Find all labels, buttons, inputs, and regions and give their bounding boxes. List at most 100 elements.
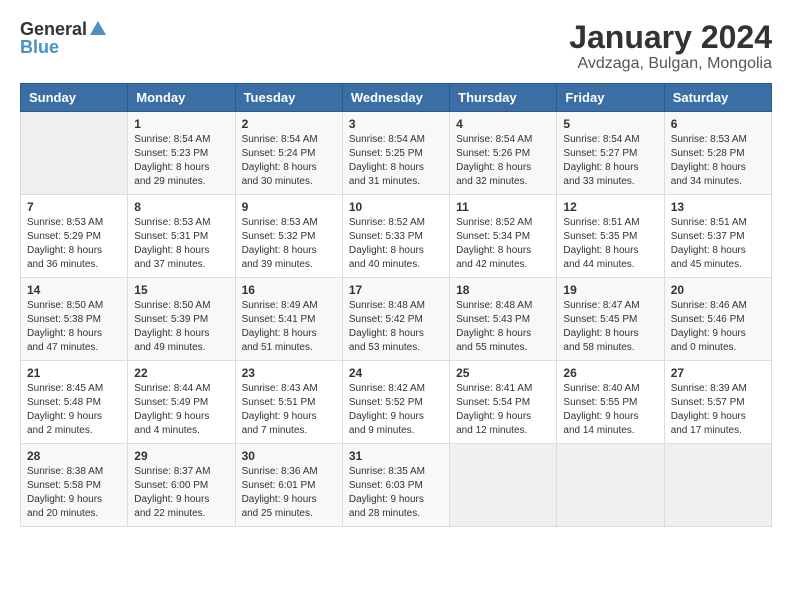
calendar-cell: 24Sunrise: 8:42 AMSunset: 5:52 PMDayligh… bbox=[342, 361, 449, 444]
day-number: 9 bbox=[242, 200, 336, 214]
calendar-cell: 13 Sunrise: 8:51 AMSunset: 5:37 PMDayligh… bbox=[664, 195, 771, 278]
day-number: 19 bbox=[563, 283, 657, 297]
day-number: 7 bbox=[27, 200, 121, 214]
day-number: 8 bbox=[134, 200, 228, 214]
calendar-cell: 21 Sunrise: 8:45 AMSunset: 5:48 PMDayligh… bbox=[21, 361, 128, 444]
calendar-cell: 17Sunrise: 8:48 AMSunset: 5:42 PMDayligh… bbox=[342, 278, 449, 361]
day-info: Sunrise: 8:52 AMSunset: 5:33 PMDaylight:… bbox=[349, 216, 443, 272]
calendar-cell: 7 Sunrise: 8:53 AMSunset: 5:29 PMDaylight… bbox=[21, 195, 128, 278]
logo-icon bbox=[90, 21, 106, 35]
day-info: Sunrise: 8:35 AMSunset: 6:03 PMDaylight:… bbox=[349, 465, 443, 521]
page-title: January 2024 bbox=[569, 20, 772, 55]
calendar-cell: 8 Sunrise: 8:53 AMSunset: 5:31 PMDaylight… bbox=[128, 195, 235, 278]
calendar-week-2: 7 Sunrise: 8:53 AMSunset: 5:29 PMDaylight… bbox=[21, 195, 772, 278]
calendar-cell: 1 Sunrise: 8:54 AMSunset: 5:23 PMDaylight… bbox=[128, 112, 235, 195]
calendar-cell: 20 Sunrise: 8:46 AMSunset: 5:46 PMDayligh… bbox=[664, 278, 771, 361]
day-info: Sunrise: 8:38 AMSunset: 5:58 PMDaylight:… bbox=[27, 465, 121, 521]
calendar-cell: 28Sunrise: 8:38 AMSunset: 5:58 PMDayligh… bbox=[21, 444, 128, 527]
day-number: 20 bbox=[671, 283, 765, 297]
calendar-cell: 26Sunrise: 8:40 AMSunset: 5:55 PMDayligh… bbox=[557, 361, 664, 444]
day-number: 1 bbox=[134, 117, 228, 131]
day-number: 14 bbox=[27, 283, 121, 297]
day-number: 27 bbox=[671, 366, 765, 380]
calendar-cell: 4 Sunrise: 8:54 AMSunset: 5:26 PMDaylight… bbox=[450, 112, 557, 195]
day-info: Sunrise: 8:43 AMSunset: 5:51 PMDaylight:… bbox=[242, 382, 336, 438]
day-number: 11 bbox=[456, 200, 550, 214]
calendar-cell bbox=[664, 444, 771, 527]
day-number: 23 bbox=[242, 366, 336, 380]
day-number: 21 bbox=[27, 366, 121, 380]
day-number: 15 bbox=[134, 283, 228, 297]
calendar-cell: 16Sunrise: 8:49 AMSunset: 5:41 PMDayligh… bbox=[235, 278, 342, 361]
day-number: 25 bbox=[456, 366, 550, 380]
calendar-cell: 31 Sunrise: 8:35 AMSunset: 6:03 PMDayligh… bbox=[342, 444, 449, 527]
calendar-header-row: Sunday Monday Tuesday Wednesday Thursday… bbox=[21, 84, 772, 112]
day-info: Sunrise: 8:48 AMSunset: 5:43 PMDaylight:… bbox=[456, 299, 550, 355]
calendar-cell: 27 Sunrise: 8:39 AMSunset: 5:57 PMDayligh… bbox=[664, 361, 771, 444]
day-info: Sunrise: 8:50 AMSunset: 5:38 PMDaylight:… bbox=[27, 299, 121, 355]
page-header: General Blue January 2024 Avdzaga, Bulga… bbox=[10, 10, 782, 78]
day-number: 12 bbox=[563, 200, 657, 214]
day-info: Sunrise: 8:54 AMSunset: 5:25 PMDaylight:… bbox=[349, 133, 443, 189]
day-number: 18 bbox=[456, 283, 550, 297]
logo: General Blue bbox=[20, 20, 106, 56]
day-number: 10 bbox=[349, 200, 443, 214]
calendar-cell: 2Sunrise: 8:54 AMSunset: 5:24 PMDaylight… bbox=[235, 112, 342, 195]
day-info: Sunrise: 8:53 AMSunset: 5:29 PMDaylight:… bbox=[27, 216, 121, 272]
col-monday: Monday bbox=[128, 84, 235, 112]
day-number: 13 bbox=[671, 200, 765, 214]
day-info: Sunrise: 8:36 AMSunset: 6:01 PMDaylight:… bbox=[242, 465, 336, 521]
calendar-cell: 11 Sunrise: 8:52 AMSunset: 5:34 PMDayligh… bbox=[450, 195, 557, 278]
day-info: Sunrise: 8:46 AMSunset: 5:46 PMDaylight:… bbox=[671, 299, 765, 355]
day-number: 31 bbox=[349, 449, 443, 463]
calendar-week-3: 14 Sunrise: 8:50 AMSunset: 5:38 PMDayligh… bbox=[21, 278, 772, 361]
day-info: Sunrise: 8:53 AMSunset: 5:28 PMDaylight:… bbox=[671, 133, 765, 189]
calendar-cell: 18 Sunrise: 8:48 AMSunset: 5:43 PMDayligh… bbox=[450, 278, 557, 361]
day-number: 5 bbox=[563, 117, 657, 131]
day-number: 3 bbox=[349, 117, 443, 131]
calendar-cell: 15 Sunrise: 8:50 AMSunset: 5:39 PMDayligh… bbox=[128, 278, 235, 361]
day-number: 4 bbox=[456, 117, 550, 131]
day-info: Sunrise: 8:41 AMSunset: 5:54 PMDaylight:… bbox=[456, 382, 550, 438]
day-info: Sunrise: 8:53 AMSunset: 5:31 PMDaylight:… bbox=[134, 216, 228, 272]
col-tuesday: Tuesday bbox=[235, 84, 342, 112]
day-info: Sunrise: 8:42 AMSunset: 5:52 PMDaylight:… bbox=[349, 382, 443, 438]
calendar-cell bbox=[557, 444, 664, 527]
day-info: Sunrise: 8:49 AMSunset: 5:41 PMDaylight:… bbox=[242, 299, 336, 355]
calendar-cell: 10 Sunrise: 8:52 AMSunset: 5:33 PMDayligh… bbox=[342, 195, 449, 278]
col-sunday: Sunday bbox=[21, 84, 128, 112]
calendar-cell: 12Sunrise: 8:51 AMSunset: 5:35 PMDayligh… bbox=[557, 195, 664, 278]
calendar-week-5: 28Sunrise: 8:38 AMSunset: 5:58 PMDayligh… bbox=[21, 444, 772, 527]
logo-general: General bbox=[20, 20, 87, 38]
calendar-cell bbox=[21, 112, 128, 195]
page-subtitle: Avdzaga, Bulgan, Mongolia bbox=[569, 55, 772, 73]
calendar-table: Sunday Monday Tuesday Wednesday Thursday… bbox=[20, 83, 772, 527]
day-info: Sunrise: 8:52 AMSunset: 5:34 PMDaylight:… bbox=[456, 216, 550, 272]
calendar-cell: 29 Sunrise: 8:37 AMSunset: 6:00 PMDayligh… bbox=[128, 444, 235, 527]
day-info: Sunrise: 8:54 AMSunset: 5:23 PMDaylight:… bbox=[134, 133, 228, 189]
day-info: Sunrise: 8:39 AMSunset: 5:57 PMDaylight:… bbox=[671, 382, 765, 438]
day-info: Sunrise: 8:44 AMSunset: 5:49 PMDaylight:… bbox=[134, 382, 228, 438]
calendar-cell: 5 Sunrise: 8:54 AMSunset: 5:27 PMDaylight… bbox=[557, 112, 664, 195]
day-info: Sunrise: 8:50 AMSunset: 5:39 PMDaylight:… bbox=[134, 299, 228, 355]
day-info: Sunrise: 8:45 AMSunset: 5:48 PMDaylight:… bbox=[27, 382, 121, 438]
day-info: Sunrise: 8:54 AMSunset: 5:27 PMDaylight:… bbox=[563, 133, 657, 189]
day-info: Sunrise: 8:48 AMSunset: 5:42 PMDaylight:… bbox=[349, 299, 443, 355]
calendar-cell: 30 Sunrise: 8:36 AMSunset: 6:01 PMDayligh… bbox=[235, 444, 342, 527]
logo-blue: Blue bbox=[20, 38, 59, 56]
col-friday: Friday bbox=[557, 84, 664, 112]
day-number: 6 bbox=[671, 117, 765, 131]
day-info: Sunrise: 8:51 AMSunset: 5:37 PMDaylight:… bbox=[671, 216, 765, 272]
col-saturday: Saturday bbox=[664, 84, 771, 112]
calendar-cell: 23 Sunrise: 8:43 AMSunset: 5:51 PMDayligh… bbox=[235, 361, 342, 444]
day-info: Sunrise: 8:54 AMSunset: 5:26 PMDaylight:… bbox=[456, 133, 550, 189]
day-number: 2 bbox=[242, 117, 336, 131]
title-section: January 2024 Avdzaga, Bulgan, Mongolia bbox=[569, 20, 772, 73]
calendar-week-4: 21 Sunrise: 8:45 AMSunset: 5:48 PMDayligh… bbox=[21, 361, 772, 444]
day-number: 22 bbox=[134, 366, 228, 380]
day-info: Sunrise: 8:37 AMSunset: 6:00 PMDaylight:… bbox=[134, 465, 228, 521]
col-wednesday: Wednesday bbox=[342, 84, 449, 112]
day-number: 30 bbox=[242, 449, 336, 463]
calendar-cell: 22 Sunrise: 8:44 AMSunset: 5:49 PMDayligh… bbox=[128, 361, 235, 444]
day-number: 29 bbox=[134, 449, 228, 463]
